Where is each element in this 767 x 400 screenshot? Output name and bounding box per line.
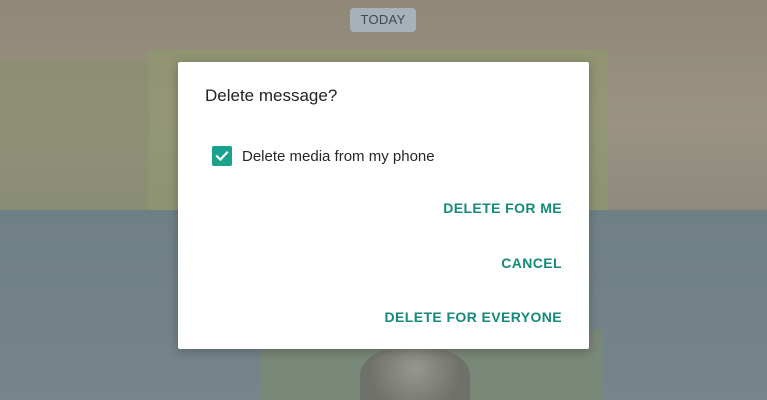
delete-for-everyone-button[interactable]: DELETE FOR EVERYONE [385,309,562,325]
checkbox-checked-icon[interactable] [212,146,232,166]
delete-media-checkbox-row[interactable]: Delete media from my phone [212,145,435,167]
delete-message-dialog: Delete message? Delete media from my pho… [178,62,589,349]
dialog-title: Delete message? [205,86,338,105]
cat-photo-thumbnail [360,345,470,400]
screen: TODAY Delete message? Delete media from … [0,0,767,400]
message-bubble-left [0,60,150,210]
delete-for-me-button[interactable]: DELETE FOR ME [443,200,562,216]
date-chip: TODAY [350,8,416,32]
checkbox-label: Delete media from my phone [242,147,435,165]
cancel-button[interactable]: CANCEL [501,255,562,271]
